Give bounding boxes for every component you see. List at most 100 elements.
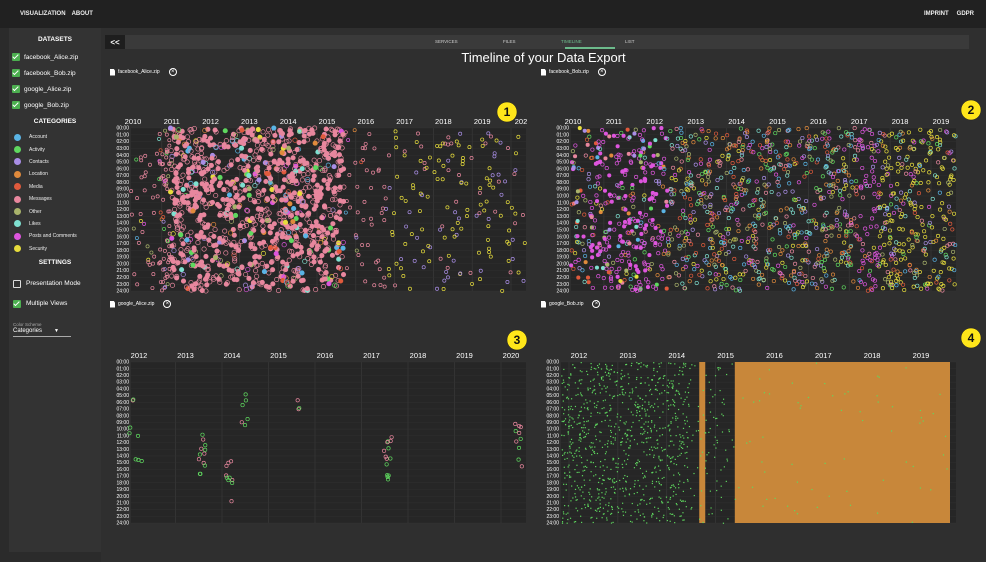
- data-point: [658, 457, 660, 459]
- data-point: [678, 393, 681, 395]
- data-point: [631, 521, 633, 523]
- nav-gdpr[interactable]: GDPR: [957, 11, 974, 17]
- data-point: [657, 406, 659, 408]
- timeline-plot-google-bob[interactable]: 2012 2013 2014 2015 2016 2017 2018 201900:0001:…: [541, 318, 986, 528]
- tab-services[interactable]: SERVICES: [435, 39, 458, 44]
- tab-list[interactable]: LIST: [625, 39, 635, 44]
- data-point: [620, 416, 622, 418]
- timeline-plot-facebook-bob[interactable]: 2010 2011 2012 2013 2014 2015 2016 2017 2018 2019…: [541, 86, 986, 296]
- close-icon[interactable]: ×: [163, 300, 172, 308]
- data-point: [723, 466, 725, 468]
- timeline-plot-google-alice[interactable]: 2012 2013 2014 2015 2016 2017 2018 2019 202000:0…: [101, 318, 541, 528]
- data-point: [567, 512, 569, 514]
- nav-about[interactable]: ABOUT: [72, 11, 93, 17]
- data-point: [624, 268, 629, 273]
- dataset-item[interactable]: facebook_Bob.zip: [9, 65, 101, 81]
- checkbox[interactable]: [13, 279, 21, 288]
- data-point: [273, 235, 279, 242]
- data-point: [598, 383, 600, 385]
- setting-item[interactable]: Multiple Views: [9, 294, 101, 314]
- category-item[interactable]: Account: [9, 131, 101, 143]
- data-point: [655, 384, 657, 387]
- nav-imprint[interactable]: IMPRINT: [924, 11, 949, 17]
- category-item[interactable]: Security: [9, 243, 101, 255]
- color-scheme-select[interactable]: Categories ▼: [13, 327, 71, 337]
- data-point: [796, 513, 799, 515]
- category-item[interactable]: Messages: [9, 193, 101, 205]
- tab-files[interactable]: FILES: [503, 39, 516, 44]
- data-point: [606, 386, 608, 388]
- data-point: [573, 421, 575, 423]
- close-icon[interactable]: ×: [168, 68, 177, 76]
- category-item[interactable]: Media: [9, 181, 101, 193]
- checkbox[interactable]: [12, 85, 20, 93]
- data-point: [604, 371, 607, 373]
- data-point: [173, 134, 179, 140]
- setting-item[interactable]: Presentation Mode: [9, 274, 101, 294]
- data-point: [639, 499, 642, 501]
- dataset-item[interactable]: facebook_Alice.zip: [9, 49, 101, 65]
- data-point: [655, 481, 658, 483]
- data-point: [807, 396, 810, 399]
- close-icon[interactable]: ×: [592, 300, 601, 308]
- hour-tick-label: 24:00: [116, 521, 129, 527]
- checkbox[interactable]: [12, 101, 20, 109]
- data-point: [625, 364, 627, 366]
- category-item[interactable]: Posts and Comments: [9, 230, 101, 242]
- data-point: [193, 181, 199, 187]
- data-point: [296, 140, 302, 146]
- nav-visualization[interactable]: VISUALIZATION: [20, 11, 66, 17]
- data-point: [638, 153, 643, 158]
- data-point: [594, 446, 596, 448]
- timeline-plot-facebook-alice[interactable]: 2010 2011 2012 2013 2014 2015 2016 2017 2018 2019…: [101, 86, 541, 296]
- data-point: [593, 402, 596, 404]
- hour-tick-label: 05:00: [116, 393, 129, 399]
- data-point: [710, 389, 712, 391]
- data-point: [877, 375, 879, 377]
- checkbox[interactable]: [12, 53, 20, 61]
- data-point: [656, 398, 659, 400]
- data-point: [659, 469, 661, 471]
- data-point: [649, 406, 651, 408]
- data-point: [726, 373, 728, 376]
- data-point: [581, 486, 583, 488]
- collapse-sidebar-button[interactable]: <<: [105, 35, 125, 49]
- category-item[interactable]: Other: [9, 205, 101, 217]
- category-item[interactable]: Location: [9, 168, 101, 180]
- data-point: [247, 147, 253, 154]
- data-point: [604, 419, 606, 422]
- data-point: [654, 486, 656, 488]
- data-point: [590, 380, 592, 382]
- data-point: [252, 259, 258, 265]
- data-point: [656, 371, 658, 373]
- dataset-item[interactable]: google_Bob.zip: [9, 97, 101, 113]
- data-point: [649, 388, 652, 391]
- data-point: [587, 505, 589, 507]
- data-point: [589, 488, 591, 490]
- data-point: [309, 223, 315, 230]
- data-point: [623, 207, 628, 212]
- tab-timeline[interactable]: TIMELINE: [561, 39, 582, 44]
- checkbox[interactable]: [13, 299, 21, 308]
- data-point: [604, 459, 606, 461]
- checkbox[interactable]: [12, 69, 20, 77]
- category-item[interactable]: Activity: [9, 143, 101, 155]
- hour-tick-label: 04:00: [546, 386, 559, 392]
- data-point: [180, 241, 186, 247]
- data-point: [683, 443, 685, 445]
- close-icon[interactable]: ×: [597, 68, 606, 76]
- data-point: [673, 405, 676, 407]
- category-label: Security: [29, 245, 48, 252]
- data-point: [594, 199, 600, 204]
- data-point: [646, 522, 648, 524]
- category-item[interactable]: Likes: [9, 218, 101, 230]
- data-point: [667, 507, 669, 509]
- data-point: [667, 392, 670, 394]
- year-tick-label: 2012: [131, 351, 148, 360]
- data-point: [597, 481, 600, 484]
- data-point: [625, 489, 627, 491]
- data-point: [563, 368, 565, 371]
- dataset-item[interactable]: google_Alice.zip: [9, 81, 101, 97]
- category-item[interactable]: Contacts: [9, 156, 101, 168]
- hour-tick-label: 16:00: [546, 467, 559, 473]
